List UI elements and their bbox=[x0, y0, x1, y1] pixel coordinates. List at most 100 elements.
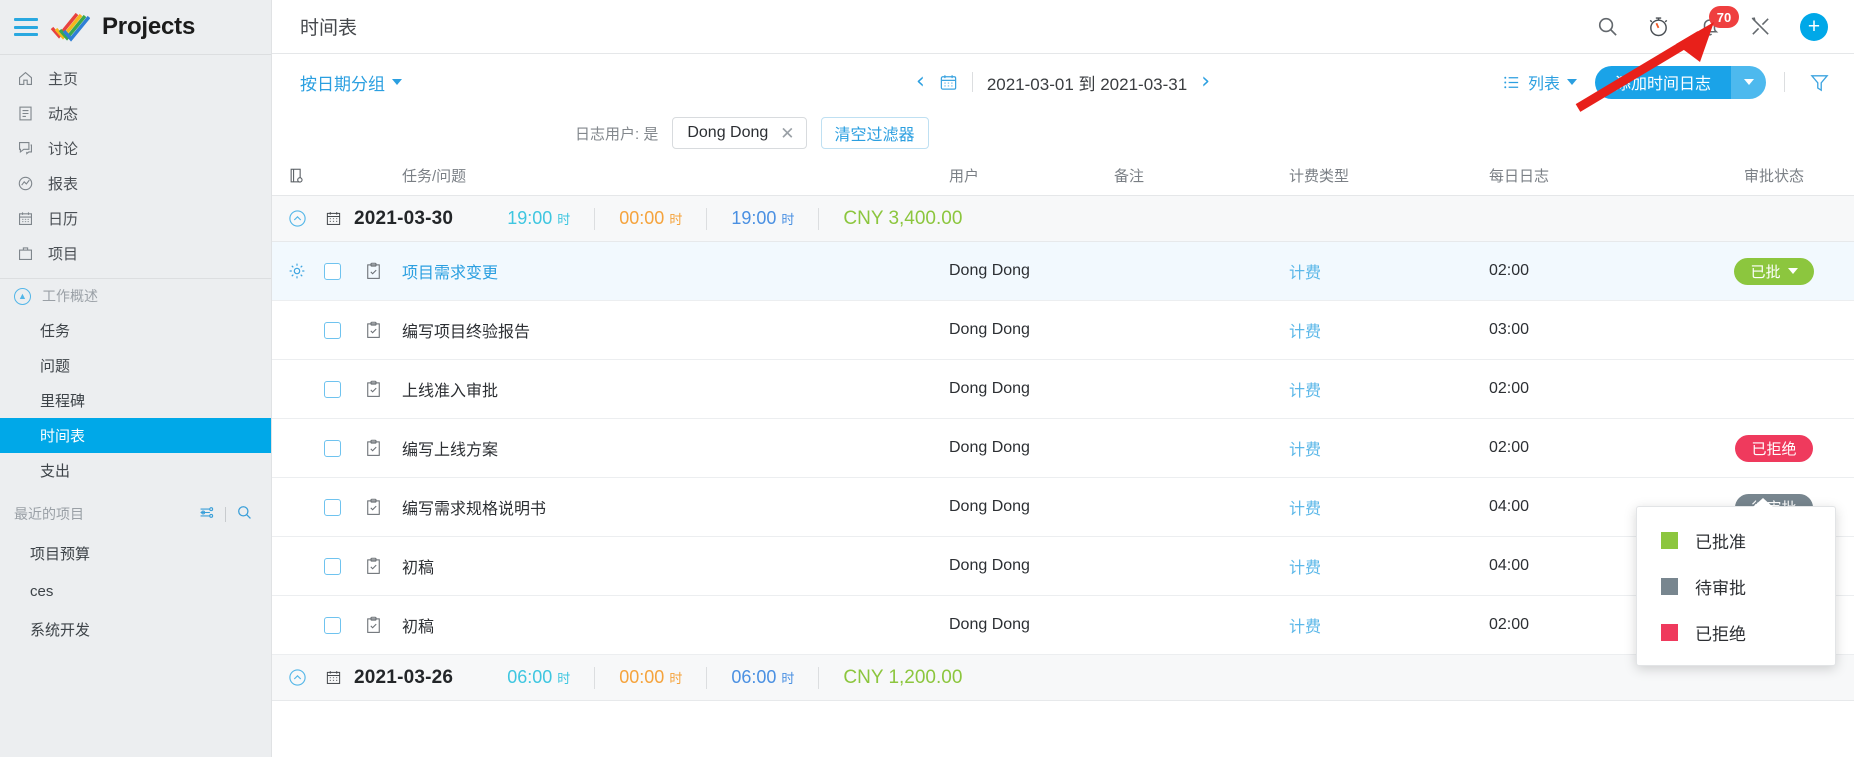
work-overview-header[interactable]: ▲ 工作概述 bbox=[0, 279, 271, 313]
recent-project-item[interactable]: 系统开发 bbox=[0, 610, 271, 648]
sidebar-item-label: 主页 bbox=[48, 68, 78, 89]
filter-chip-user[interactable]: Dong Dong ✕ bbox=[672, 117, 806, 149]
table-row[interactable]: 编写需求规格说明书 Dong Dong 计费 04:00 待审批 bbox=[272, 478, 1854, 537]
row-checkbox[interactable] bbox=[324, 499, 341, 516]
filter-label: 日志用户: 是 bbox=[575, 123, 658, 144]
row-checkbox[interactable] bbox=[324, 558, 341, 575]
recent-projects-header: 最近的项目 bbox=[0, 494, 271, 534]
add-time-log-dropdown-button[interactable] bbox=[1731, 66, 1766, 99]
table-row[interactable]: 上线准入审批 Dong Dong 计费 02:00 bbox=[272, 360, 1854, 419]
prev-period-button[interactable]: ‹ bbox=[916, 71, 925, 93]
dropdown-item-pending[interactable]: 待审批 bbox=[1637, 563, 1835, 609]
column-header-billing[interactable]: 计费类型 bbox=[1289, 165, 1489, 186]
billing-cell: 计费 bbox=[1289, 495, 1489, 519]
clipboard-check-icon bbox=[365, 498, 382, 516]
row-checkbox[interactable] bbox=[324, 322, 341, 339]
sidebar-item-projects[interactable]: 项目 bbox=[0, 236, 271, 271]
task-name-cell[interactable]: 编写项目终验报告 bbox=[394, 318, 949, 342]
next-period-button[interactable]: › bbox=[1201, 71, 1210, 93]
billing-link[interactable]: 计费 bbox=[1289, 442, 1321, 459]
table-row[interactable]: 初稿 Dong Dong 计费 04:00 待审批 bbox=[272, 537, 1854, 596]
daily-log-cell[interactable]: 02:00 bbox=[1489, 380, 1694, 398]
billing-link[interactable]: 计费 bbox=[1289, 383, 1321, 400]
filter-settings-icon[interactable] bbox=[198, 504, 215, 524]
table-row[interactable]: 项目需求变更 Dong Dong 计费 02:00 已批 bbox=[272, 242, 1854, 301]
task-name-cell[interactable]: 初稿 bbox=[394, 554, 949, 578]
task-type-cell bbox=[352, 262, 394, 280]
sidebar-item-timesheet[interactable]: 时间表 bbox=[0, 418, 271, 453]
row-settings-icon[interactable] bbox=[272, 262, 312, 280]
tools-icon[interactable] bbox=[1749, 15, 1772, 38]
top-bar: 时间表 bbox=[272, 0, 1854, 54]
calendar-icon bbox=[312, 669, 354, 686]
date-range-label[interactable]: 2021-03-01 到 2021-03-31 bbox=[987, 70, 1187, 95]
group-header-row[interactable]: 2021-03-30 19:00 时 00:00 时 19:00 时 CNY 3… bbox=[272, 196, 1854, 242]
sidebar-item-discussion[interactable]: 讨论 bbox=[0, 131, 271, 166]
chevron-down-icon bbox=[1567, 79, 1577, 85]
task-type-cell bbox=[352, 498, 394, 516]
task-name-cell: 项目需求变更 bbox=[394, 259, 949, 283]
column-header-user[interactable]: 用户 bbox=[949, 165, 1114, 186]
sidebar-item-tasks[interactable]: 任务 bbox=[0, 313, 271, 348]
dropdown-item-rejected[interactable]: 已拒绝 bbox=[1637, 609, 1835, 655]
daily-log-cell[interactable]: 02:00 bbox=[1489, 262, 1694, 280]
sidebar-item-issues[interactable]: 问题 bbox=[0, 348, 271, 383]
collapse-group-icon[interactable] bbox=[272, 668, 312, 687]
table-row[interactable]: 初稿 Dong Dong 计费 02:00 已批准 bbox=[272, 596, 1854, 655]
sidebar-item-expenses[interactable]: 支出 bbox=[0, 453, 271, 488]
filter-icon[interactable] bbox=[1809, 72, 1830, 93]
sidebar-item-report[interactable]: 报表 bbox=[0, 166, 271, 201]
sidebar-item-calendar[interactable]: 日历 bbox=[0, 201, 271, 236]
bell-icon[interactable]: 70 bbox=[1698, 15, 1721, 38]
table-row[interactable]: 编写上线方案 Dong Dong 计费 02:00 已拒绝 bbox=[272, 419, 1854, 478]
task-name-cell[interactable]: 编写上线方案 bbox=[394, 436, 949, 460]
recent-project-item[interactable]: ces bbox=[0, 572, 271, 610]
dropdown-item-approved[interactable]: 已批准 bbox=[1637, 517, 1835, 563]
recent-project-item[interactable]: 项目预算 bbox=[0, 534, 271, 572]
timesheet-table: 任务/问题 用户 备注 计费类型 每日日志 审批状态 bbox=[272, 156, 1854, 757]
add-time-log-button[interactable]: 添加时间日志 bbox=[1595, 66, 1731, 99]
row-checkbox[interactable] bbox=[324, 381, 341, 398]
task-name-cell[interactable]: 上线准入审批 bbox=[394, 377, 949, 401]
view-mode-selector[interactable]: 列表 bbox=[1502, 70, 1577, 94]
task-name-cell[interactable]: 编写需求规格说明书 bbox=[394, 495, 949, 519]
daily-log-cell[interactable]: 03:00 bbox=[1489, 321, 1694, 339]
billing-link[interactable]: 计费 bbox=[1289, 619, 1321, 636]
column-header-note[interactable]: 备注 bbox=[1114, 165, 1289, 186]
stopwatch-icon[interactable] bbox=[1647, 15, 1670, 38]
sidebar-item-milestones[interactable]: 里程碑 bbox=[0, 383, 271, 418]
group-header-row[interactable]: 2021-03-26 06:00 时 00:00 时 06:00 时 CNY 1… bbox=[272, 655, 1854, 701]
search-icon[interactable] bbox=[1596, 15, 1619, 38]
row-checkbox[interactable] bbox=[324, 440, 341, 457]
status-badge[interactable]: 已拒绝 bbox=[1735, 435, 1812, 462]
billing-link[interactable]: 计费 bbox=[1289, 560, 1321, 577]
row-checkbox[interactable] bbox=[324, 617, 341, 634]
row-checkbox[interactable] bbox=[324, 263, 341, 280]
task-link[interactable]: 项目需求变更 bbox=[402, 265, 498, 282]
status-badge[interactable]: 已批 bbox=[1734, 258, 1813, 285]
top-bar-icons: 70 + bbox=[1596, 13, 1828, 41]
hamburger-menu-icon[interactable] bbox=[14, 18, 38, 36]
column-settings-icon[interactable] bbox=[272, 167, 312, 185]
sidebar-item-home[interactable]: 主页 bbox=[0, 61, 271, 96]
group-stat-unit: 时 bbox=[669, 209, 682, 228]
daily-log-cell[interactable]: 02:00 bbox=[1489, 439, 1694, 457]
task-name-cell[interactable]: 初稿 bbox=[394, 613, 949, 637]
sidebar-item-label: 里程碑 bbox=[40, 390, 85, 411]
column-header-daily-log[interactable]: 每日日志 bbox=[1489, 165, 1694, 186]
search-projects-icon[interactable] bbox=[236, 504, 253, 524]
billing-link[interactable]: 计费 bbox=[1289, 265, 1321, 282]
sidebar-item-feed[interactable]: 动态 bbox=[0, 96, 271, 131]
collapse-group-icon[interactable] bbox=[272, 209, 312, 228]
column-header-approval[interactable]: 审批状态 bbox=[1694, 165, 1854, 186]
column-header-task[interactable]: 任务/问题 bbox=[394, 165, 949, 186]
group-by-selector[interactable]: 按日期分组 bbox=[300, 70, 402, 95]
add-button[interactable]: + bbox=[1800, 13, 1828, 41]
billing-link[interactable]: 计费 bbox=[1289, 324, 1321, 341]
close-icon[interactable]: ✕ bbox=[780, 125, 794, 142]
table-row[interactable]: 编写项目终验报告 Dong Dong 计费 03:00 bbox=[272, 301, 1854, 360]
clear-filters-button[interactable]: 清空过滤器 bbox=[821, 117, 929, 149]
dropdown-item-label: 已批准 bbox=[1695, 528, 1746, 553]
billing-link[interactable]: 计费 bbox=[1289, 501, 1321, 518]
calendar-picker-icon[interactable] bbox=[939, 73, 958, 92]
